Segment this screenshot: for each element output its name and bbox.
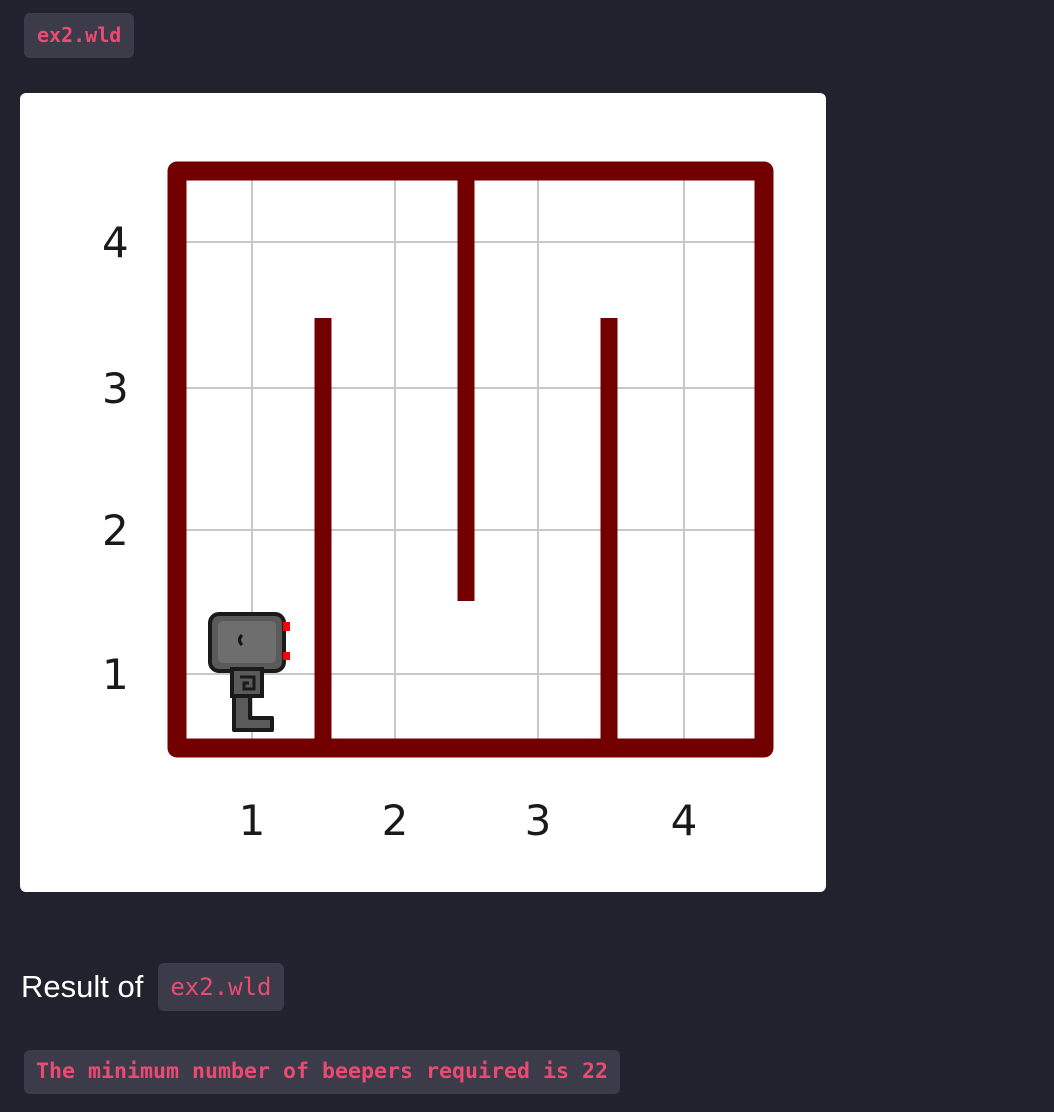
avenue-labels: 1 2 3 4 bbox=[239, 796, 698, 845]
street-label-3: 3 bbox=[102, 364, 129, 413]
street-label-2: 2 bbox=[102, 506, 129, 555]
karel-robot-icon bbox=[208, 612, 290, 732]
result-file-name-tag: ex2.wld bbox=[158, 963, 284, 1011]
street-label-1: 1 bbox=[102, 650, 129, 699]
avenue-label-4: 4 bbox=[671, 796, 698, 845]
result-heading-label: Result of bbox=[21, 969, 144, 1004]
avenue-label-3: 3 bbox=[525, 796, 552, 845]
avenue-label-2: 2 bbox=[382, 796, 409, 845]
street-label-4: 4 bbox=[102, 218, 129, 267]
file-name-tag: ex2.wld bbox=[24, 13, 135, 58]
result-heading: Result of ex2.wld bbox=[21, 963, 284, 1011]
avenue-label-1: 1 bbox=[239, 796, 266, 845]
result-output: The minimum number of beepers required i… bbox=[24, 1050, 621, 1094]
street-labels: 4 3 2 1 bbox=[102, 218, 129, 699]
karel-world-grid: 4 3 2 1 1 2 3 4 bbox=[102, 161, 774, 845]
karel-world-view: 4 3 2 1 1 2 3 4 bbox=[20, 93, 826, 892]
